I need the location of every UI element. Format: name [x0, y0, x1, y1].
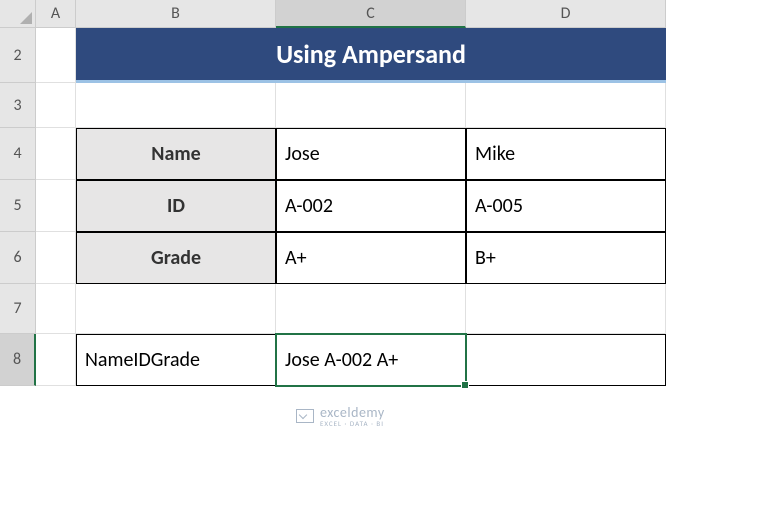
cell[interactable]	[36, 180, 76, 232]
table-data-cell[interactable]: A-005	[466, 180, 666, 232]
table-header-cell[interactable]: Name	[76, 128, 276, 180]
watermark: exceldemy EXCEL · DATA · BI	[296, 404, 385, 428]
selected-cell[interactable]: Jose A-002 A+	[275, 333, 467, 387]
result-cell-b[interactable]: NameIDGrade	[76, 334, 276, 386]
result-cell-d[interactable]	[466, 334, 666, 386]
cell[interactable]	[36, 284, 76, 334]
table-data-cell[interactable]: B+	[466, 232, 666, 284]
title-banner: Using Ampersand	[76, 28, 666, 83]
row-header-4[interactable]: 4	[0, 128, 36, 180]
row-header-8[interactable]: 8	[0, 334, 36, 386]
row-header-7[interactable]: 7	[0, 284, 36, 334]
row-header-3[interactable]: 3	[0, 83, 36, 128]
cell[interactable]	[276, 284, 466, 334]
column-header-d[interactable]: D	[466, 0, 666, 28]
column-header-b[interactable]: B	[76, 0, 276, 28]
cell[interactable]	[36, 128, 76, 180]
row-header-6[interactable]: 6	[0, 232, 36, 284]
cell[interactable]	[276, 83, 466, 128]
table-data-cell[interactable]: Mike	[466, 128, 666, 180]
cell[interactable]	[466, 83, 666, 128]
data-table: NameJoseMike IDA-002A-005 GradeA+B+	[76, 128, 666, 284]
row-headers: 2345678	[0, 28, 36, 386]
cell[interactable]	[36, 83, 76, 128]
row-header-5[interactable]: 5	[0, 180, 36, 232]
watermark-text: exceldemy EXCEL · DATA · BI	[320, 404, 385, 428]
selected-cell-text: Jose A-002 A+	[285, 348, 398, 372]
cell[interactable]	[466, 284, 666, 334]
watermark-logo-icon	[296, 409, 314, 423]
table-data-cell[interactable]: A+	[276, 232, 466, 284]
cell[interactable]	[76, 83, 276, 128]
column-header-c[interactable]: C	[276, 0, 466, 28]
cell[interactable]	[76, 284, 276, 334]
spreadsheet: ABCD 2345678 Using Ampersand NameJoseMik…	[0, 0, 767, 506]
table-data-cell[interactable]: Jose	[276, 128, 466, 180]
column-header-a[interactable]: A	[36, 0, 76, 28]
title-text: Using Ampersand	[276, 38, 466, 70]
row-header-2[interactable]: 2	[0, 28, 36, 83]
cell[interactable]	[36, 28, 76, 83]
select-all-corner[interactable]	[0, 0, 36, 28]
fill-handle[interactable]	[461, 381, 469, 389]
result-b-text: NameIDGrade	[85, 348, 200, 372]
column-headers: ABCD	[36, 0, 666, 28]
table-header-cell[interactable]: Grade	[76, 232, 276, 284]
table-header-cell[interactable]: ID	[76, 180, 276, 232]
cell[interactable]	[36, 232, 76, 284]
cell[interactable]	[36, 334, 76, 386]
table-data-cell[interactable]: A-002	[276, 180, 466, 232]
